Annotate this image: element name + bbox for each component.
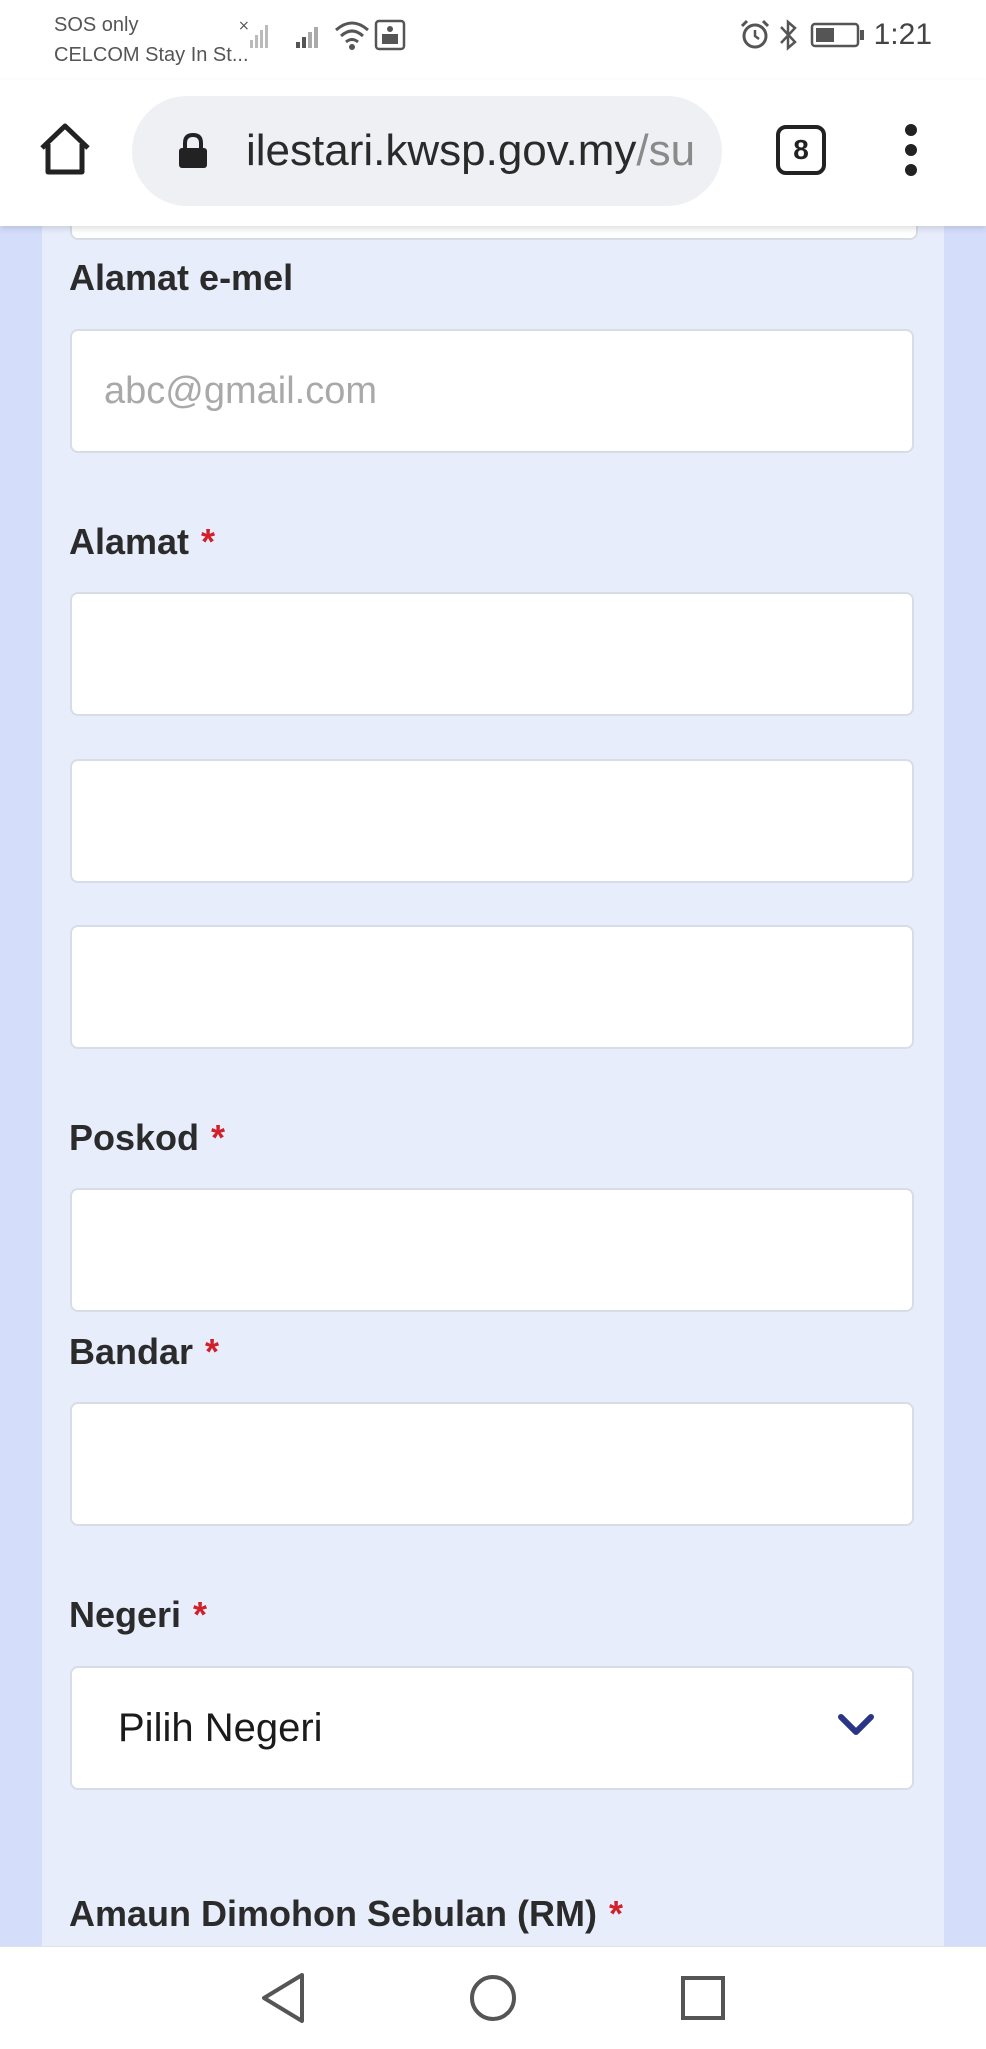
home-icon[interactable] bbox=[36, 120, 94, 178]
status-bar: SOS only CELCOM Stay In St... × 1:21 bbox=[0, 0, 986, 80]
browser-toolbar: ilestari.kwsp.gov.my/su 8 bbox=[0, 80, 986, 226]
state-label: Negeri * bbox=[69, 1594, 208, 1635]
address-line-3-input[interactable] bbox=[70, 925, 914, 1049]
city-label: Bandar * bbox=[69, 1331, 220, 1372]
clock-time: 1:21 bbox=[873, 18, 932, 51]
required-mark: * bbox=[205, 1331, 220, 1372]
email-label: Alamat e-mel bbox=[69, 257, 294, 298]
email-input[interactable] bbox=[70, 329, 914, 453]
bluetooth-icon bbox=[780, 19, 797, 51]
circle-home-icon[interactable] bbox=[468, 1971, 518, 2025]
lock-icon bbox=[179, 132, 207, 168]
signal-icon bbox=[296, 27, 318, 48]
tab-count: 8 bbox=[793, 134, 809, 165]
app-notification-icon bbox=[374, 19, 406, 51]
page-content: Alamat e-mel Alamat* Poskod* Bandar* Neg… bbox=[0, 226, 986, 1946]
postcode-input[interactable] bbox=[70, 1188, 914, 1312]
carrier-line-1: SOS only bbox=[54, 14, 139, 36]
url-host: ilestari.kwsp.gov.my bbox=[246, 126, 637, 175]
svg-text:×: × bbox=[238, 18, 250, 34]
state-select-value: Pilih Negeri bbox=[118, 1705, 323, 1750]
postcode-label: Poskod * bbox=[69, 1117, 226, 1158]
address-label: Alamat * bbox=[69, 521, 216, 562]
system-nav-bar bbox=[0, 1946, 986, 2049]
battery-icon bbox=[810, 22, 864, 48]
url-path: /su bbox=[636, 126, 696, 175]
address-line-1-input[interactable] bbox=[70, 592, 914, 716]
alarm-icon bbox=[740, 19, 770, 49]
required-mark: * bbox=[201, 521, 216, 562]
chevron-down-icon bbox=[838, 1714, 874, 1735]
tab-switcher-button[interactable]: 8 bbox=[776, 125, 826, 175]
url-bar[interactable]: ilestari.kwsp.gov.my/su bbox=[132, 96, 722, 206]
required-mark: * bbox=[193, 1594, 208, 1635]
address-line-2-input[interactable] bbox=[70, 759, 914, 883]
no-signal-icon: × bbox=[238, 18, 268, 48]
monthly-amount-label: Amaun Dimohon Sebulan (RM) * bbox=[69, 1893, 623, 1934]
state-select[interactable]: Pilih Negeri bbox=[70, 1666, 914, 1790]
wifi-icon bbox=[335, 21, 369, 50]
form-card: Alamat e-mel Alamat* Poskod* Bandar* Neg… bbox=[42, 226, 944, 1946]
url-text: ilestari.kwsp.gov.my/su bbox=[246, 122, 712, 180]
more-vert-icon[interactable] bbox=[896, 124, 926, 176]
triangle-back-icon[interactable] bbox=[258, 1971, 308, 2025]
required-mark: * bbox=[211, 1117, 226, 1158]
square-recents-icon[interactable] bbox=[678, 1971, 728, 2025]
carrier-line-2: CELCOM Stay In St... bbox=[54, 44, 249, 66]
carrier-info: SOS only CELCOM Stay In St... bbox=[54, 10, 249, 70]
city-input[interactable] bbox=[70, 1402, 914, 1526]
previous-input-field[interactable] bbox=[70, 226, 918, 240]
required-mark: * bbox=[608, 1893, 623, 1934]
